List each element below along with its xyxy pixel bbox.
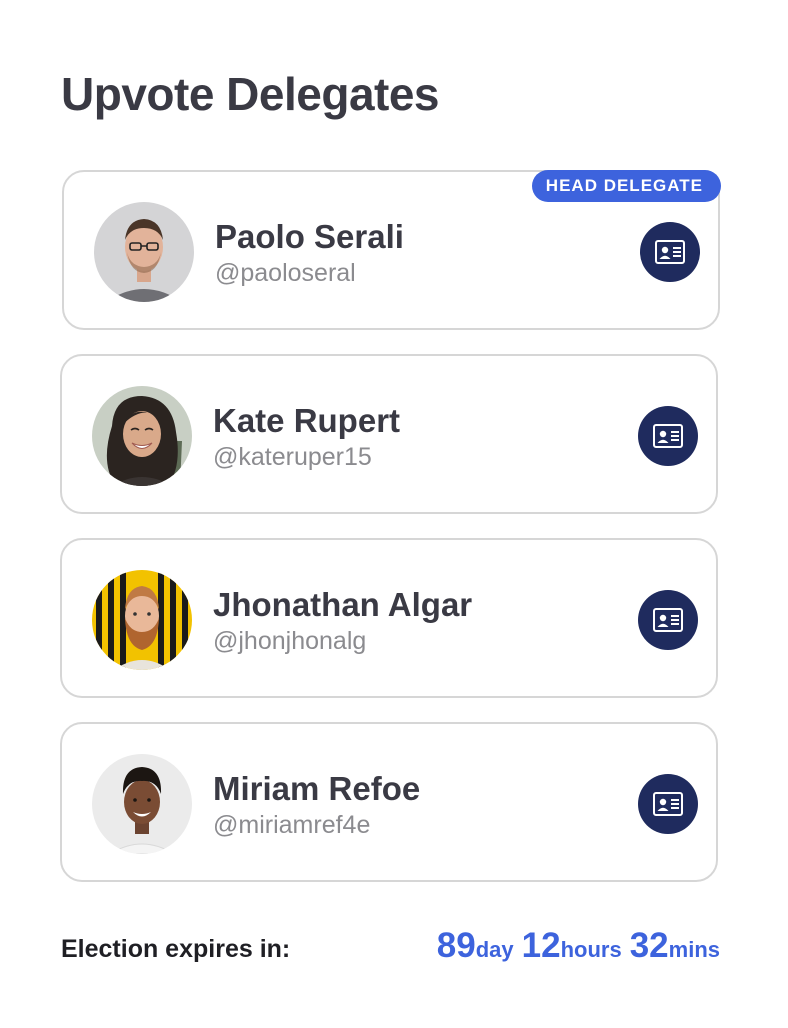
countdown-mins: 32: [629, 926, 669, 965]
avatar: [92, 570, 192, 670]
delegate-card[interactable]: Paolo Serali @paoloseral HEAD DELEGATE: [62, 170, 721, 330]
avatar: [92, 386, 192, 486]
id-card-icon: [655, 240, 685, 264]
election-expiry-label: Election expires in:: [61, 935, 291, 963]
delegate-card[interactable]: Kate Rupert @kateruper15: [60, 354, 718, 514]
delegate-name: Kate Rupert: [213, 402, 401, 439]
delegate-handle: @jhonjhonalg: [213, 627, 367, 655]
delegate-name: Paolo Serali: [215, 218, 404, 255]
upvote-delegates-page: Upvote Delegates Paolo Serali @paolosera…: [0, 0, 788, 1028]
id-card-button[interactable]: [638, 774, 698, 834]
countdown-mins-unit: mins: [668, 937, 720, 962]
delegate-handle: @paoloseral: [215, 259, 356, 287]
countdown-hours: 12: [521, 926, 561, 965]
id-card-button[interactable]: [638, 406, 698, 466]
smiling-woman-avatar: [92, 754, 192, 854]
id-card-icon: [653, 792, 683, 816]
countdown-days: 89: [436, 926, 476, 965]
smiling-woman-avatar: [92, 386, 192, 486]
avatar: [92, 754, 192, 854]
man-with-glasses-avatar: [94, 202, 194, 302]
id-card-button[interactable]: [638, 590, 698, 650]
page-title: Upvote Delegates: [61, 68, 440, 120]
id-card-button[interactable]: [640, 222, 700, 282]
id-card-icon: [653, 608, 683, 632]
delegate-name: Miriam Refoe: [213, 770, 421, 807]
delegate-card[interactable]: Jhonathan Algar @jhonjhonalg: [60, 538, 718, 698]
countdown-hours-unit: hours: [560, 937, 622, 962]
avatar: [94, 202, 194, 302]
delegate-card[interactable]: Miriam Refoe @miriamref4e: [60, 722, 718, 882]
delegate-handle: @miriamref4e: [213, 811, 371, 839]
delegate-name: Jhonathan Algar: [213, 586, 473, 623]
bearded-man-avatar: [92, 570, 192, 670]
id-card-icon: [653, 424, 683, 448]
delegate-handle: @kateruper15: [213, 443, 372, 471]
head-delegate-badge: HEAD DELEGATE: [531, 170, 721, 202]
countdown-days-unit: day: [475, 937, 514, 962]
election-countdown: 89day 12hours 32mins: [437, 922, 720, 977]
